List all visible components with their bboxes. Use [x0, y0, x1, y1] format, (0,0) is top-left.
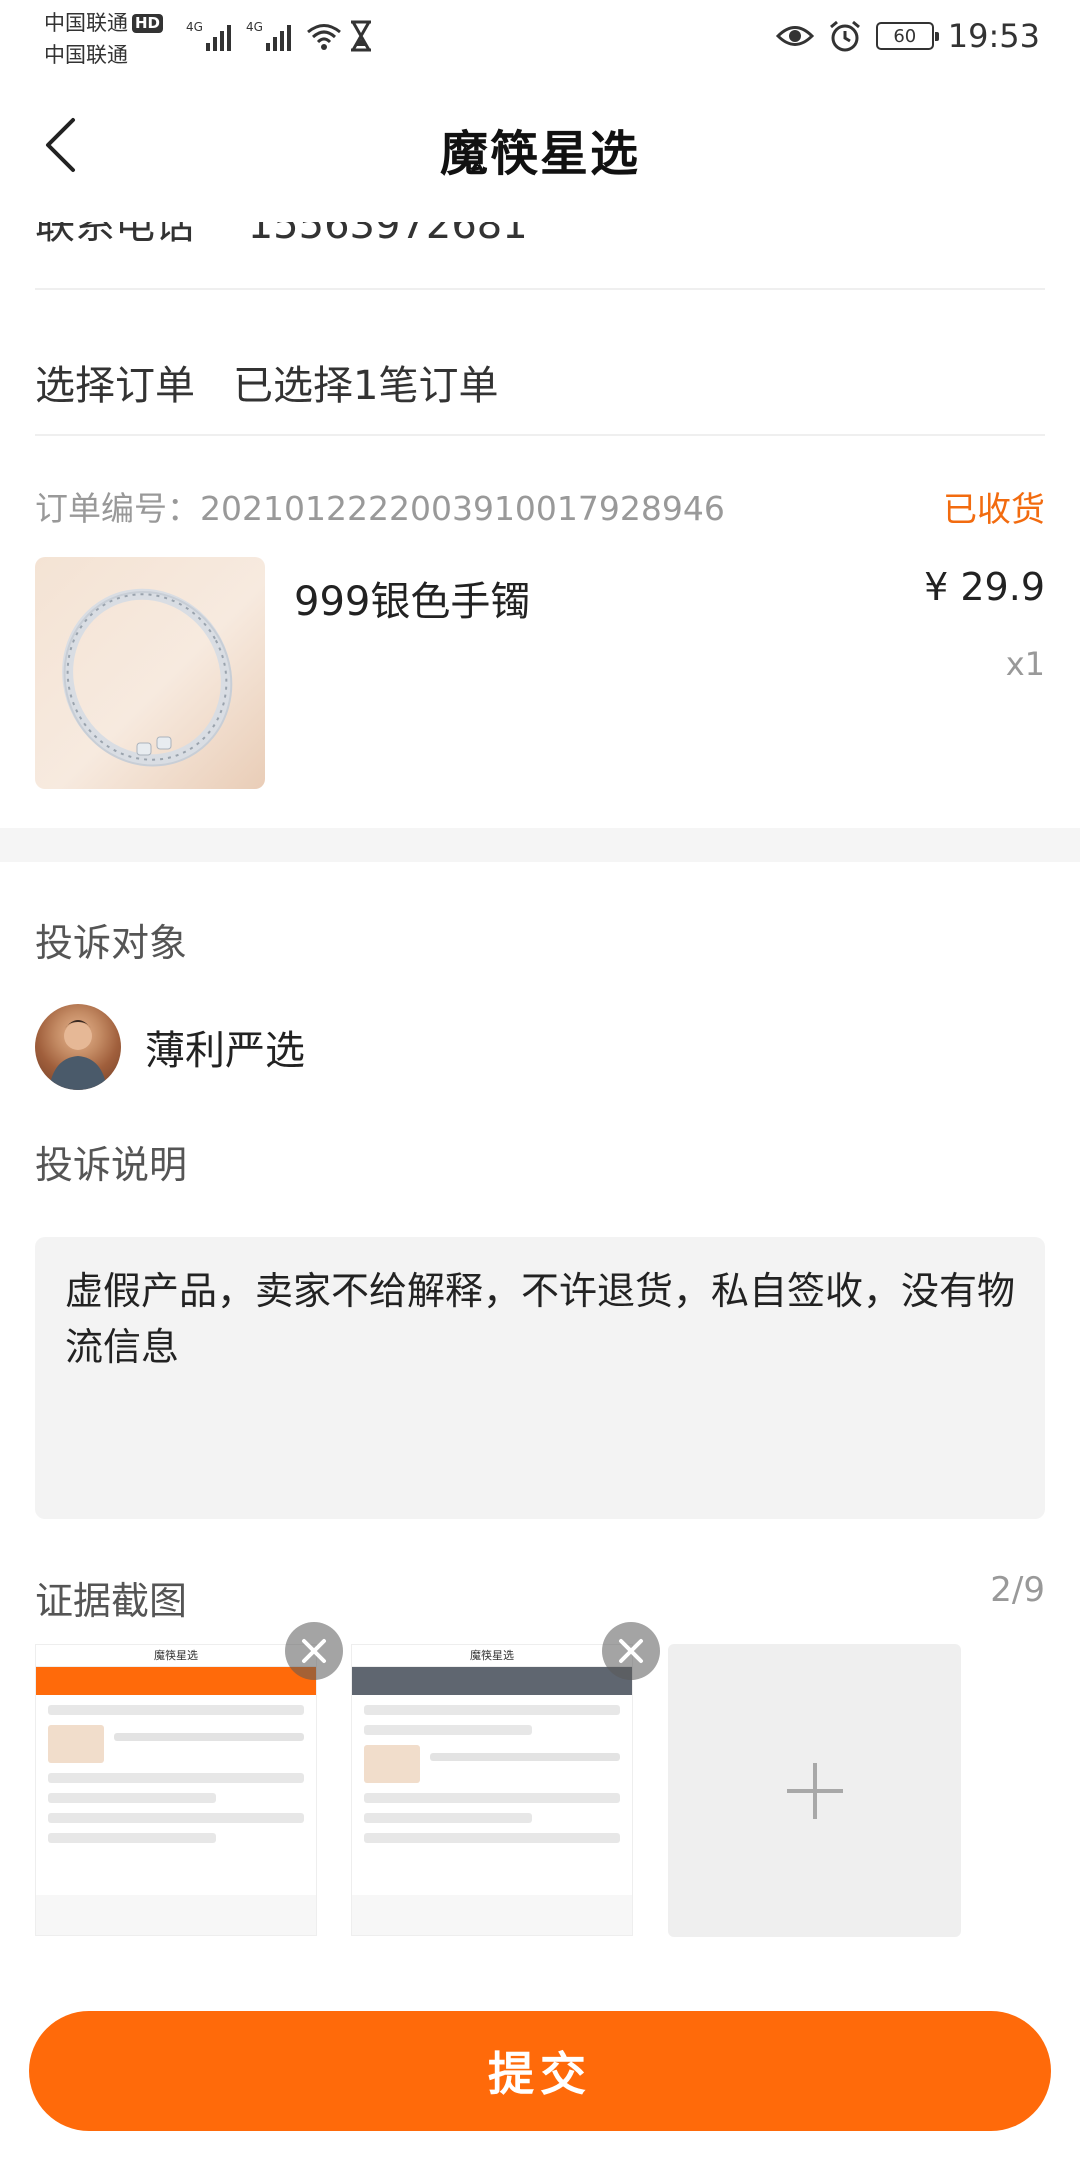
carrier-1: 中国联通 HD — [44, 10, 164, 36]
thumbnail-title: 魔筷星选 — [36, 1645, 316, 1667]
evidence-images: 魔筷星选 魔筷星选 — [35, 1622, 1045, 1944]
evidence-thumbnail-1[interactable]: 魔筷星选 — [35, 1644, 317, 1936]
order-select-label: 选择订单 — [35, 363, 195, 409]
plus-icon — [786, 1762, 843, 1819]
eye-comfort-icon — [775, 26, 814, 46]
submit-button[interactable]: 提交 — [29, 2011, 1051, 2131]
contact-phone-row: 联系电话 15563972681 — [35, 222, 1045, 268]
complaint-target-name: 薄利严选 — [145, 1028, 305, 1074]
order-number-label: 订单编号： — [35, 489, 200, 528]
product-image — [35, 557, 265, 789]
thumbnail-product — [48, 1725, 304, 1763]
hourglass-icon — [351, 20, 371, 52]
remove-evidence-1-button[interactable] — [285, 1622, 343, 1680]
thumbnail-line — [364, 1725, 532, 1735]
thumbnail-footer — [352, 1895, 632, 1935]
carrier-1-label: 中国联通 — [44, 11, 128, 35]
remove-evidence-2-button[interactable] — [602, 1622, 660, 1680]
complaint-description-input[interactable]: 虚假产品，卖家不给解释，不许退货，私自签收，没有物流信息 — [35, 1237, 1045, 1519]
system-indicators: 60 19:53 — [775, 14, 1040, 58]
contact-phone-value: 15563972681 — [247, 222, 528, 248]
bracelet-icon — [62, 588, 233, 767]
order-number-value: 2021012222003910017928946 — [200, 489, 725, 528]
thumbnail-line — [48, 1773, 304, 1783]
close-icon — [619, 1639, 643, 1663]
section-separator — [0, 828, 1080, 862]
order-product[interactable]: 999银色手镯 ¥ 29.9 x1 — [35, 557, 1045, 789]
add-evidence-button[interactable] — [668, 1644, 961, 1937]
order-select-row[interactable]: 选择订单 已选择1笔订单 — [35, 312, 1045, 452]
order-select-value: 已选择1笔订单 — [233, 363, 499, 409]
contact-phone-label: 联系电话 — [35, 222, 195, 248]
person-icon — [49, 1020, 107, 1090]
evidence-thumbnail-2[interactable]: 魔筷星选 — [351, 1644, 633, 1936]
thumbnail-line — [364, 1793, 620, 1803]
signal-icon-2: 4G — [246, 20, 291, 51]
thumbnail-line — [364, 1833, 620, 1843]
network-indicators: 4G 4G — [186, 14, 374, 58]
product-name: 999银色手镯 — [294, 579, 531, 625]
alarm-icon — [829, 20, 860, 52]
status-bar: 中国联通 HD 中国联通 4G 4G 60 19:53 — [0, 0, 1080, 72]
thumbnail-product — [364, 1745, 620, 1783]
complaint-description-label: 投诉说明 — [35, 1143, 188, 1187]
avatar — [35, 1004, 121, 1090]
product-quantity: x1 — [1005, 645, 1045, 683]
thumbnail-title: 魔筷星选 — [352, 1645, 632, 1667]
page-title: 魔筷星选 — [439, 126, 640, 182]
network-2-label: 4G — [246, 20, 263, 34]
thumbnail-line — [364, 1705, 620, 1715]
thumbnail-line — [48, 1813, 304, 1823]
order-number: 订单编号：2021012222003910017928946 — [35, 482, 725, 530]
thumbnail-footer — [36, 1895, 316, 1935]
hd-badge: HD — [132, 14, 164, 33]
thumbnail-line — [48, 1793, 216, 1803]
status-time: 19:53 — [947, 17, 1040, 55]
divider — [35, 288, 1045, 290]
thumbnail-line — [48, 1833, 216, 1843]
wifi-icon — [307, 24, 341, 50]
product-price: ¥ 29.9 — [924, 565, 1045, 609]
evidence-label: 证据截图 — [35, 1579, 188, 1623]
complaint-target-label: 投诉对象 — [35, 921, 188, 965]
evidence-count: 2/9 — [990, 1570, 1045, 1610]
battery-indicator: 60 — [875, 22, 939, 50]
title-bar: 魔筷星选 — [0, 72, 1080, 222]
carrier-2: 中国联通 — [44, 43, 128, 67]
thumbnail-line — [364, 1813, 532, 1823]
close-icon — [302, 1639, 326, 1663]
thumbnail-banner — [352, 1667, 632, 1695]
signal-icon: 4G — [186, 20, 231, 51]
complaint-target: 薄利严选 — [35, 1004, 305, 1090]
thumbnail-banner — [36, 1667, 316, 1695]
order-number-row: 订单编号：2021012222003910017928946 已收货 — [35, 474, 1045, 538]
network-1-label: 4G — [186, 20, 203, 34]
complaint-form: 联系电话 15563972681 选择订单 已选择1笔订单 订单编号：20210… — [0, 222, 1080, 2160]
divider — [35, 434, 1045, 436]
thumbnail-line — [48, 1705, 304, 1715]
order-status: 已收货 — [943, 489, 1045, 530]
